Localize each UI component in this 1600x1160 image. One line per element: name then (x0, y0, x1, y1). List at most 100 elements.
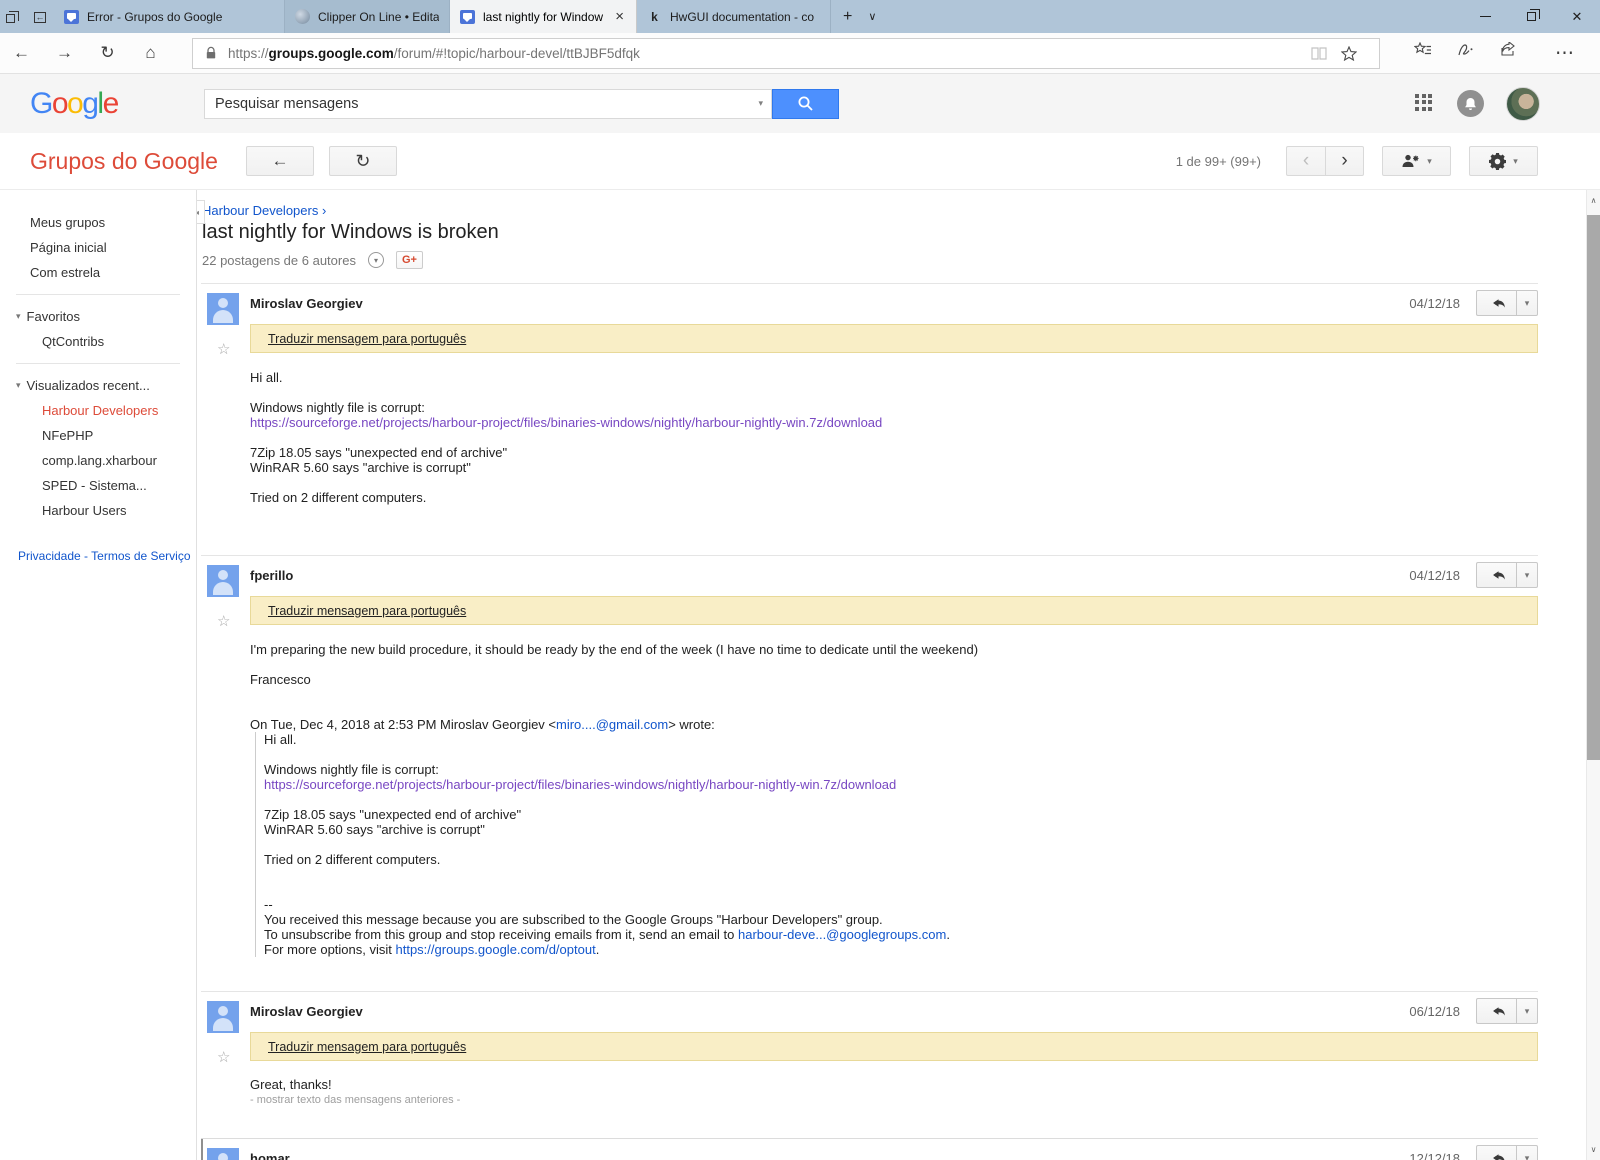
breadcrumb[interactable]: Harbour Developers › (202, 203, 1538, 218)
address-bar[interactable]: https://groups.google.com/forum/#!topic/… (192, 37, 1380, 69)
sidebar-item-sped[interactable]: SPED - Sistema... (0, 473, 196, 498)
post-menu-button[interactable]: ▾ (1516, 998, 1538, 1024)
collapse-triangle-icon[interactable]: ▾ (16, 380, 21, 391)
window-restore-button[interactable] (1508, 0, 1554, 33)
forward-button[interactable]: → (43, 43, 86, 63)
sidebar-item-harbour-developers[interactable]: Harbour Developers (0, 398, 196, 423)
reading-view-icon[interactable] (1311, 46, 1341, 60)
reply-button[interactable] (1476, 998, 1516, 1024)
sidebar-section-recentes[interactable]: ▾ Visualizados recent... (0, 373, 196, 398)
reply-button[interactable] (1476, 290, 1516, 316)
sidebar-item-pagina-inicial[interactable]: Página inicial (0, 235, 196, 260)
avatar (207, 1001, 239, 1033)
body-line: Tried on 2 different computers. (250, 490, 427, 505)
sourceforge-link[interactable]: https://sourceforge.net/projects/harbour… (250, 415, 1538, 430)
optout-link[interactable]: https://groups.google.com/d/optout (396, 942, 596, 957)
groups-brand[interactable]: Grupos do Google (30, 148, 218, 175)
tab-error-grupos[interactable]: Error - Grupos do Google (54, 0, 285, 33)
unsubscribe-email-link[interactable]: harbour-deve...@googlegroups.com (738, 927, 946, 942)
sidebar-section-favoritos[interactable]: ▾ Favoritos (0, 304, 196, 329)
add-favorite-star-icon[interactable] (1341, 45, 1371, 61)
scroll-up-icon[interactable]: ∧ (1587, 196, 1600, 205)
next-topic-button[interactable]: › (1325, 146, 1364, 176)
tab-last-nightly-active[interactable]: last nightly for Window × (450, 0, 637, 33)
post-menu-button[interactable]: ▾ (1516, 290, 1538, 316)
collapse-sidebar-button[interactable]: ◂ (197, 200, 205, 224)
star-icon[interactable]: ☆ (217, 612, 230, 630)
sourceforge-link[interactable]: https://sourceforge.net/projects/harbour… (264, 777, 1538, 792)
section-label: Favoritos (26, 309, 80, 324)
body-line: I'm preparing the new build procedure, i… (250, 642, 979, 657)
home-button[interactable]: ⌂ (129, 43, 172, 63)
pagination-label: 1 de 99+ (99+) (1175, 153, 1261, 169)
google-apps-grid-icon[interactable] (1415, 93, 1435, 114)
window-minimize-button[interactable] (1462, 0, 1508, 33)
page-scrollbar[interactable]: ∧ ∨ (1586, 190, 1600, 1160)
post-menu-button[interactable]: ▾ (1516, 1145, 1538, 1160)
star-icon[interactable]: ☆ (217, 1048, 230, 1066)
thread-meta: 22 postagens de 6 autores (202, 252, 356, 268)
post-miroslav-2: Miroslav Georgiev 06/12/18 ▾ ☆ Traduzir … (201, 991, 1538, 1138)
minimize-icon (1479, 16, 1491, 17)
account-avatar[interactable] (1506, 86, 1540, 121)
email-link[interactable]: miro....@gmail.com (556, 717, 668, 732)
avatar (207, 565, 239, 597)
sidebar-item-nfephp[interactable]: NFePHP (0, 423, 196, 448)
tab-hwgui[interactable]: k HwGUI documentation - co (637, 0, 831, 33)
reply-button[interactable] (1476, 562, 1516, 588)
post-fperillo: fperillo 04/12/18 ▾ ☆ Traduzir mensagem … (201, 555, 1538, 991)
new-tab-button[interactable]: + (843, 8, 852, 26)
tab-close-icon[interactable]: × (613, 8, 626, 25)
window-close-button[interactable]: ✕ (1554, 0, 1600, 33)
post-author[interactable]: homar (250, 1148, 1538, 1160)
hub-favorites-icon[interactable] (1414, 41, 1457, 65)
star-icon[interactable]: ☆ (217, 340, 230, 358)
tab-tools: ← (0, 0, 54, 33)
post-date: 06/12/18 (1409, 1003, 1460, 1019)
gplus-share-button[interactable]: G+ (395, 251, 423, 269)
quoted-message: Hi all. Windows nightly file is corrupt:… (255, 732, 1538, 957)
translate-link[interactable]: Traduzir mensagem para português (268, 332, 466, 346)
post-menu-button[interactable]: ▾ (1516, 562, 1538, 588)
sidebar-item-qtcontribs[interactable]: QtContribs (0, 329, 196, 354)
thread-options-icon[interactable]: ▾ (367, 252, 384, 268)
sidebar-item-xharbour[interactable]: comp.lang.xharbour (0, 448, 196, 473)
post-author[interactable]: Miroslav Georgiev (250, 1001, 1538, 1019)
search-input[interactable]: Pesquisar mensagens ▾ (204, 88, 772, 119)
more-options-icon[interactable]: ⋯ (1543, 42, 1586, 65)
translate-link[interactable]: Traduzir mensagem para português (268, 1040, 466, 1054)
tab-preview-icon[interactable] (6, 10, 20, 23)
tab-list-chevron-icon[interactable]: ∨ (868, 10, 876, 23)
collapse-triangle-icon[interactable]: ▾ (16, 311, 21, 322)
previous-topic-button[interactable]: ‹ (1286, 146, 1325, 176)
translate-link[interactable]: Traduzir mensagem para português (268, 604, 466, 618)
caret-down-icon: ▾ (1427, 155, 1432, 166)
avatar (207, 293, 239, 325)
sidebar-item-harbour-users[interactable]: Harbour Users (0, 498, 196, 523)
refresh-button[interactable]: ↻ (86, 43, 129, 63)
back-to-topics-button[interactable]: ← (245, 146, 314, 176)
show-previous-text-link[interactable]: - mostrar texto das mensagens anteriores… (250, 1094, 1538, 1106)
reply-button[interactable] (1476, 1145, 1516, 1160)
share-icon[interactable] (1500, 41, 1543, 65)
notifications-bell-icon[interactable] (1457, 90, 1484, 117)
avatar (207, 1148, 239, 1160)
scroll-down-icon[interactable]: ∨ (1587, 1145, 1600, 1154)
tab-clipper[interactable]: Clipper On Line • Editar Me (285, 0, 450, 33)
set-tabs-aside-icon[interactable]: ← (34, 11, 48, 23)
sidebar-item-meus-grupos[interactable]: Meus grupos (0, 210, 196, 235)
search-scope-caret-icon[interactable]: ▾ (758, 98, 763, 109)
groups-toolbar: Grupos do Google ← ↻ 1 de 99+ (99+) ‹ › … (0, 133, 1600, 190)
scrollbar-thumb[interactable] (1587, 215, 1600, 760)
members-actions-button[interactable]: ▾ (1382, 146, 1451, 176)
post-author[interactable]: Miroslav Georgiev (250, 293, 1538, 311)
post-author[interactable]: fperillo (250, 565, 1538, 583)
search-button[interactable] (772, 88, 839, 119)
web-note-pen-icon[interactable] (1457, 42, 1500, 65)
back-button[interactable]: ← (0, 43, 43, 63)
settings-button[interactable]: ▾ (1469, 146, 1538, 176)
sidebar-item-com-estrela[interactable]: Com estrela (0, 260, 196, 285)
sidebar-divider (16, 363, 180, 364)
privacy-terms-links[interactable]: Privacidade - Termos de Serviço (18, 549, 196, 563)
refresh-topic-button[interactable]: ↻ (328, 146, 397, 176)
